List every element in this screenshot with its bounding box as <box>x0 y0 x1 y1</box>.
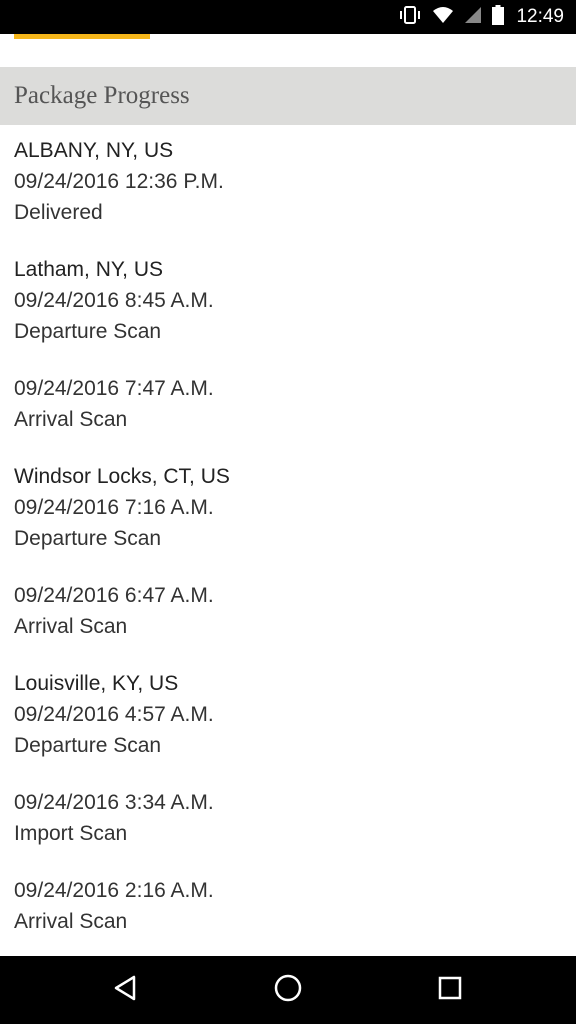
event-status: Departure Scan <box>14 527 162 550</box>
event-status: Delivered <box>14 201 103 224</box>
event-datetime: 09/24/2016 7:16 A.M. <box>14 496 214 519</box>
event-datetime: 09/24/2016 6:47 A.M. <box>14 584 214 607</box>
list-item: Windsor Locks, CT, US 09/24/2016 7:16 A.… <box>14 461 562 554</box>
list-item: 09/24/2016 7:47 A.M. Arrival Scan <box>14 373 562 435</box>
list-item: Louisville, KY, US 09/24/2016 4:57 A.M. … <box>14 668 562 761</box>
list-item: 09/24/2016 3:34 A.M. Import Scan <box>14 787 562 849</box>
event-datetime: 09/24/2016 2:16 A.M. <box>14 879 214 902</box>
event-datetime: 09/24/2016 4:57 A.M. <box>14 703 214 726</box>
progress-list: ALBANY, NY, US 09/24/2016 12:36 P.M. Del… <box>14 135 562 956</box>
event-location: ALBANY, NY, US <box>14 139 174 162</box>
event-location: Windsor Locks, CT, US <box>14 465 230 488</box>
recents-button[interactable] <box>430 970 470 1010</box>
wifi-icon <box>432 6 454 29</box>
list-item: 09/24/2016 2:16 A.M. Arrival Scan <box>14 875 562 937</box>
event-location: Latham, NY, US <box>14 258 164 281</box>
event-datetime: 09/24/2016 3:34 A.M. <box>14 791 214 814</box>
navigation-bar <box>0 956 576 1024</box>
vibrate-icon <box>398 5 422 30</box>
status-time: 12:49 <box>516 6 564 27</box>
event-status: Departure Scan <box>14 734 162 757</box>
event-status: Arrival Scan <box>14 910 128 933</box>
list-item: ALBANY, NY, US 09/24/2016 12:36 P.M. Del… <box>14 135 562 228</box>
package-progress-screen: Package Progress ALBANY, NY, US 09/24/20… <box>0 34 576 956</box>
event-status: Import Scan <box>14 822 128 845</box>
event-datetime: 09/24/2016 8:45 A.M. <box>14 289 214 312</box>
event-status: Departure Scan <box>14 320 162 343</box>
event-datetime: 09/24/2016 7:47 A.M. <box>14 377 214 400</box>
back-button[interactable] <box>106 970 146 1010</box>
section-header: Package Progress <box>0 67 576 125</box>
tab-indicator <box>14 34 150 39</box>
battery-icon <box>492 4 505 30</box>
recents-icon <box>437 975 463 1006</box>
home-icon <box>273 973 303 1008</box>
event-location: Louisville, KY, US <box>14 672 179 695</box>
back-icon <box>112 974 140 1007</box>
list-item: Latham, NY, US 09/24/2016 8:45 A.M. Depa… <box>14 254 562 347</box>
page-title: Package Progress <box>14 82 190 109</box>
event-status: Arrival Scan <box>14 408 128 431</box>
cell-signal-icon <box>464 6 482 29</box>
event-datetime: 09/24/2016 12:36 P.M. <box>14 170 224 193</box>
status-bar: 12:49 <box>0 0 576 34</box>
status-icons: 12:49 <box>398 0 564 34</box>
home-button[interactable] <box>268 970 308 1010</box>
event-status: Arrival Scan <box>14 615 128 638</box>
list-item: 09/24/2016 6:47 A.M. Arrival Scan <box>14 580 562 642</box>
